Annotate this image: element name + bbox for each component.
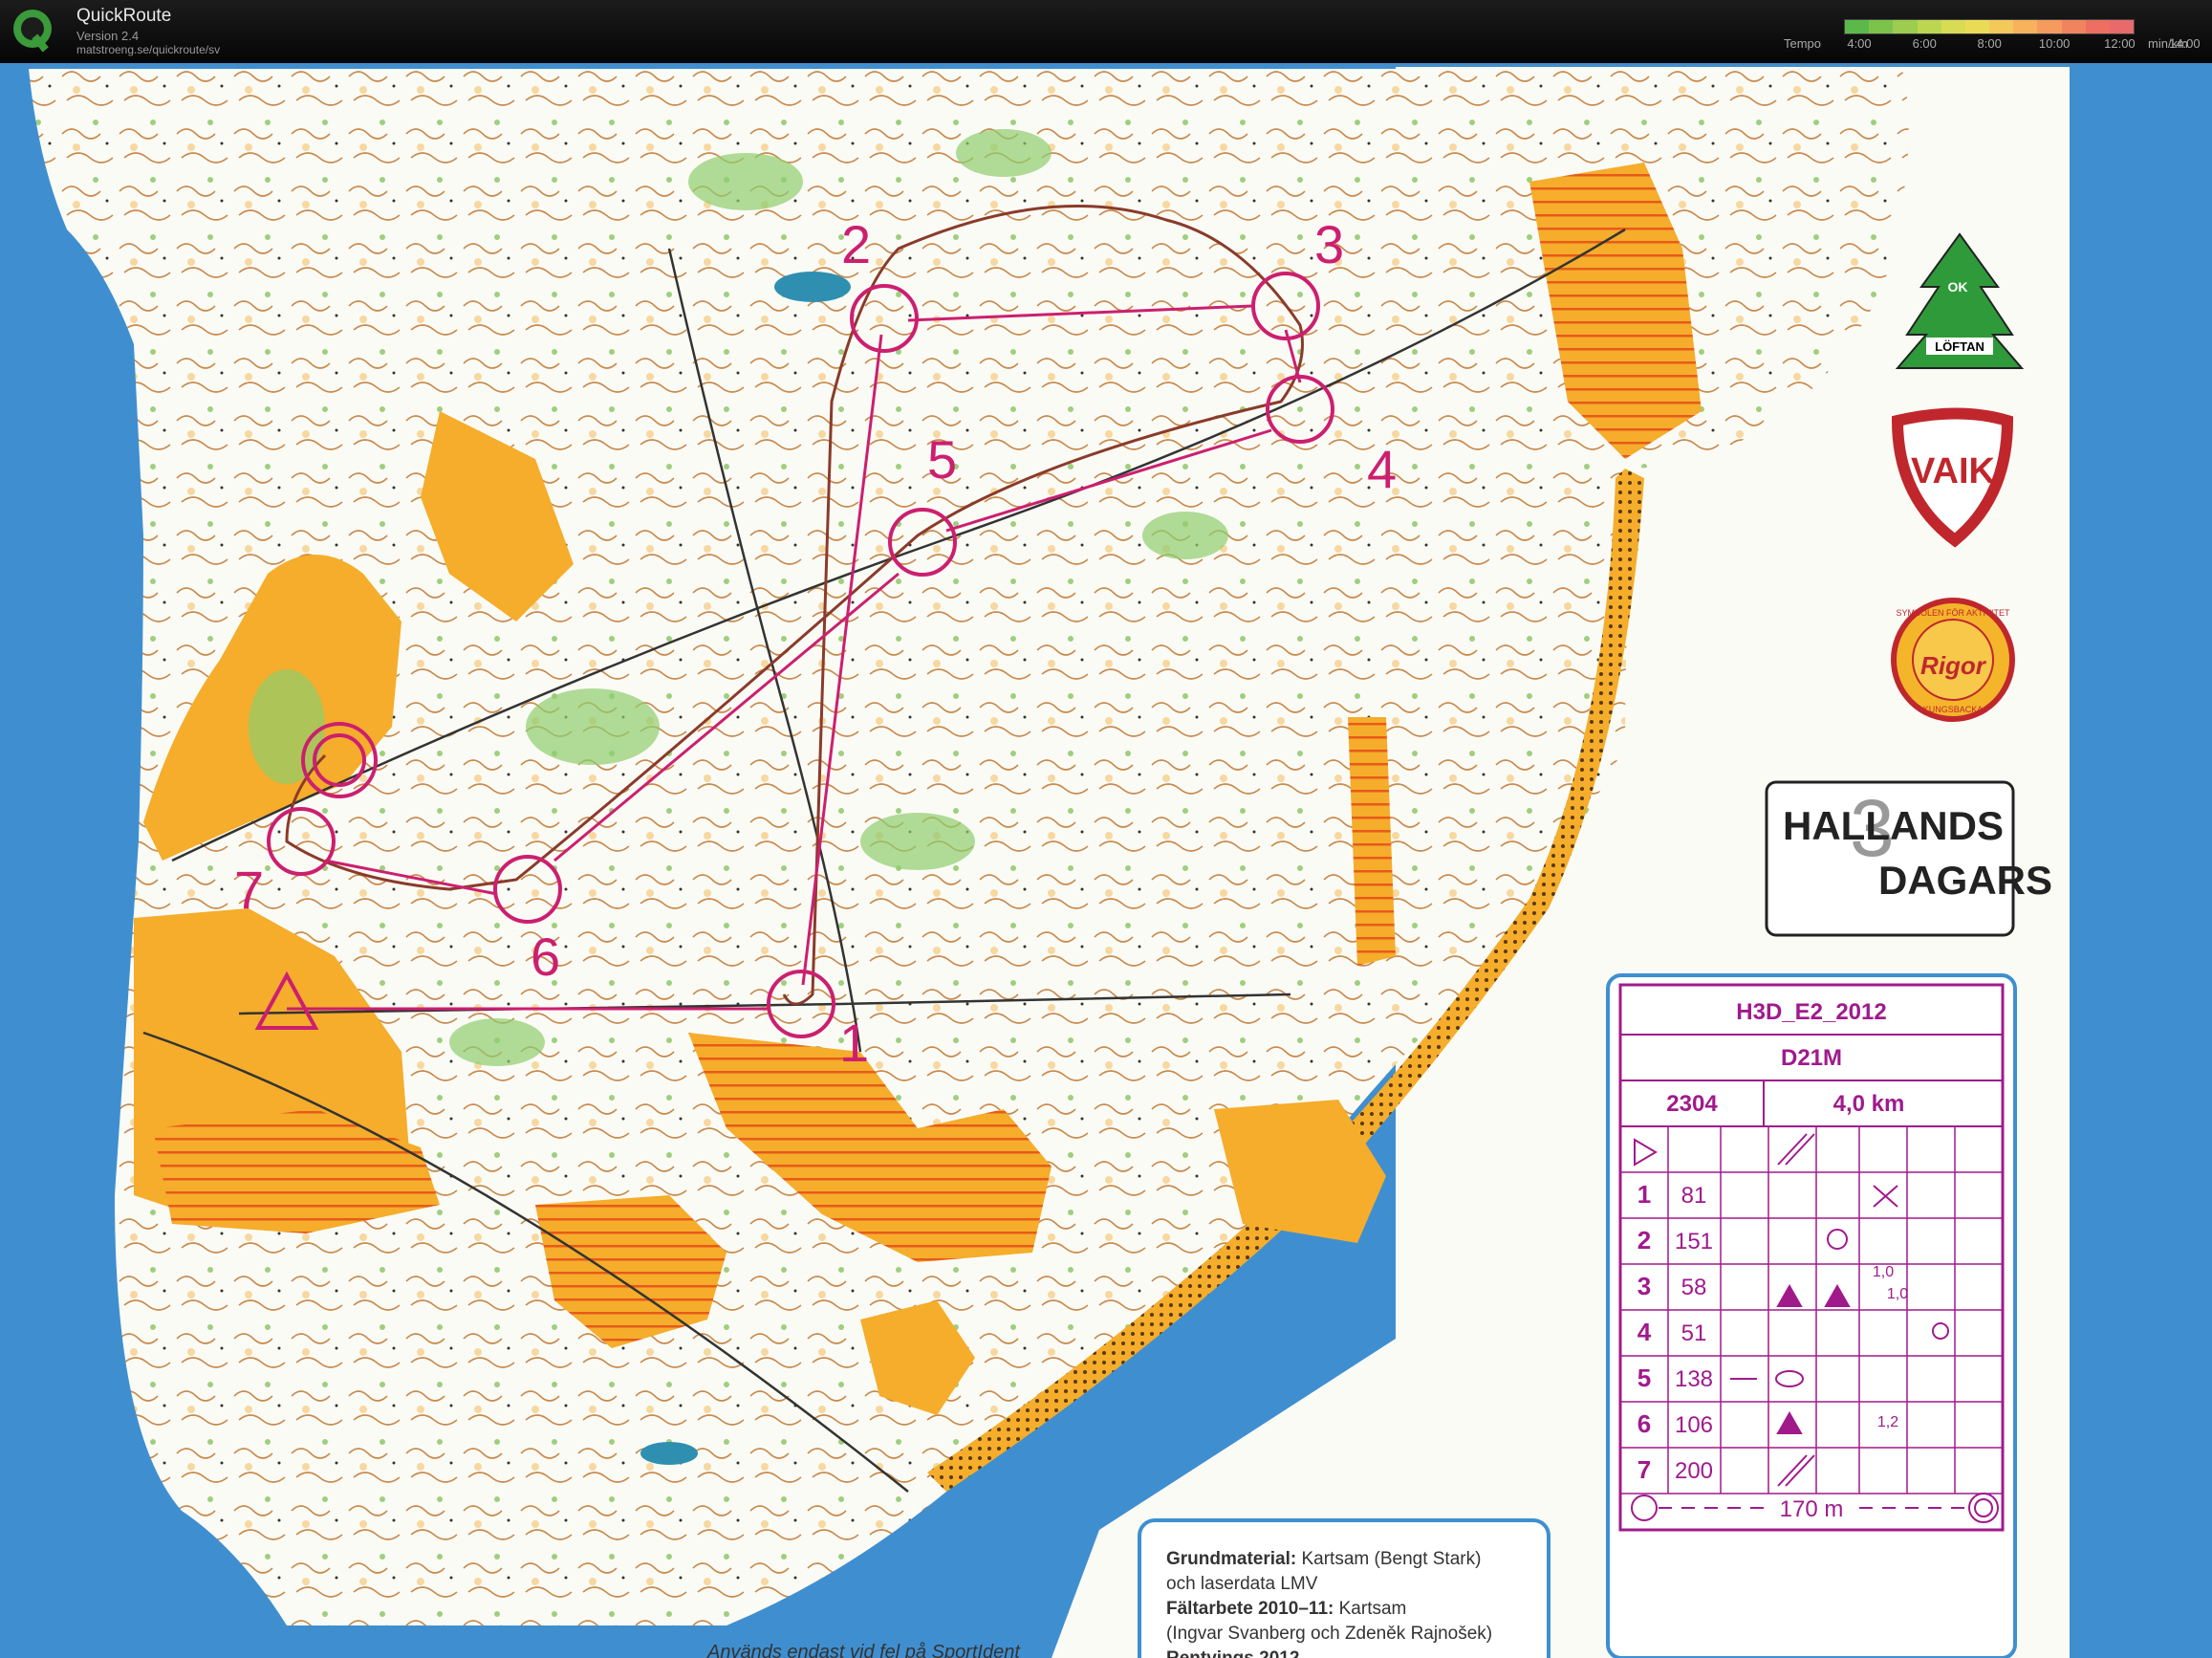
app-title: QuickRoute bbox=[76, 6, 172, 26]
credit-label: Grundmaterial: bbox=[1166, 1549, 1296, 1569]
tempo-tick: 12:00 bbox=[2104, 36, 2136, 51]
credits-box: Grundmaterial: Kartsam (Bengt Stark) och… bbox=[1138, 1518, 1551, 1658]
hallands-logo: 3 HALLANDS DAGARS bbox=[1765, 780, 2052, 937]
logo-text: KUNGSBACKA bbox=[1923, 705, 1984, 714]
row-number: 1 bbox=[1637, 1180, 1651, 1209]
dimension-value: 1,0 bbox=[1887, 1286, 1908, 1302]
tempo-color-swatch bbox=[1893, 20, 1918, 33]
tempo-color-swatch bbox=[1989, 20, 2014, 33]
credit-text: Kartsam (Bengt Stark) bbox=[1296, 1549, 1481, 1569]
tempo-color-swatch bbox=[1941, 20, 1965, 33]
control-number: 2 bbox=[841, 214, 871, 274]
row-number: 5 bbox=[1637, 1363, 1651, 1392]
credit-text: Kartsam bbox=[1334, 1599, 1406, 1619]
app-title-bar: QuickRoute Version 2.4 matstroeng.se/qui… bbox=[0, 0, 2212, 63]
logo-text: VAIK bbox=[1911, 451, 1996, 491]
logo-text: DAGARS bbox=[1878, 858, 2052, 903]
app-version: Version 2.4 bbox=[76, 29, 140, 43]
tempo-color-swatch bbox=[2085, 20, 2110, 33]
control-number: 1 bbox=[839, 1013, 869, 1073]
course-length: 4,0 km bbox=[1833, 1091, 1905, 1117]
row-number: 4 bbox=[1637, 1318, 1652, 1346]
lake bbox=[774, 272, 851, 302]
tempo-color-swatch bbox=[2013, 20, 2038, 33]
svg-text:Fältarbete 2010–11: Kartsam: Fältarbete 2010–11: Kartsam bbox=[1166, 1599, 1406, 1619]
app-url[interactable]: matstroeng.se/quickroute/sv bbox=[76, 43, 220, 56]
control-description-sheet: H3D_E2_2012 D21M 2304 4,0 km 1 2 3 4 5 6… bbox=[1606, 973, 2017, 1658]
tempo-color-scale bbox=[1844, 19, 2135, 34]
control-code: 200 bbox=[1675, 1458, 1713, 1484]
control-number: 6 bbox=[531, 927, 560, 987]
logo-text: OK bbox=[1948, 279, 1968, 295]
tempo-tick: 10:00 bbox=[2038, 36, 2071, 51]
tempo-tick-labels: 4:00 6:00 8:00 10:00 12:00 14:00 bbox=[1844, 36, 2200, 52]
tempo-tick: 8:00 bbox=[1977, 36, 2002, 51]
tempo-label: Tempo bbox=[1784, 36, 1822, 51]
row-number: 3 bbox=[1637, 1272, 1651, 1300]
tempo-color-swatch bbox=[1869, 20, 1894, 33]
control-code: 151 bbox=[1675, 1229, 1713, 1254]
tempo-color-swatch bbox=[1964, 20, 1990, 33]
logo-text: LÖFTAN bbox=[1935, 339, 1984, 354]
bottom-note: Används endast vid fel på SportIdent bbox=[706, 1642, 1021, 1658]
credit-text: (Ingvar Svanberg och Zdeněk Rajnošek) bbox=[1166, 1624, 1492, 1644]
control-code: 58 bbox=[1681, 1275, 1707, 1300]
logo-text: Rigor bbox=[1920, 651, 1987, 680]
logo-text: SYMBOLEN FÖR AKTIVITET bbox=[1896, 608, 2010, 618]
tempo-color-swatch bbox=[2037, 20, 2062, 33]
control-code: 106 bbox=[1675, 1412, 1713, 1438]
dimension-value: 1,0 bbox=[1873, 1264, 1894, 1280]
quickroute-logo-icon bbox=[13, 10, 52, 53]
credit-label: Rentvings 2012 bbox=[1166, 1648, 1299, 1658]
dimension-value: 1,2 bbox=[1877, 1414, 1898, 1430]
rigor-logo: Rigor SYMBOLEN FÖR AKTIVITET KUNGSBACKA bbox=[1891, 598, 2015, 722]
tempo-color-swatch bbox=[1845, 20, 1870, 33]
logo-text: HALLANDS bbox=[1783, 803, 2004, 848]
tempo-color-swatch bbox=[2061, 20, 2086, 33]
row-number: 6 bbox=[1637, 1409, 1651, 1438]
control-code: 81 bbox=[1681, 1183, 1707, 1209]
course-code: 2304 bbox=[1666, 1091, 1718, 1117]
control-code: 138 bbox=[1675, 1366, 1713, 1392]
event-name: H3D_E2_2012 bbox=[1736, 999, 1886, 1025]
tempo-unit: min/km bbox=[2148, 36, 2188, 51]
control-number: 5 bbox=[927, 429, 957, 490]
tempo-tick: 4:00 bbox=[1847, 36, 1872, 51]
class-name: D21M bbox=[1781, 1045, 1842, 1071]
credit-text: och laserdata LMV bbox=[1166, 1574, 1318, 1594]
right-frame bbox=[2070, 63, 2212, 1658]
tempo-tick: 6:00 bbox=[1912, 36, 1937, 51]
control-number: 4 bbox=[1367, 439, 1397, 499]
control-number: 7 bbox=[234, 860, 264, 920]
lake bbox=[640, 1442, 698, 1465]
svg-text:Grundmaterial: Kartsam (Bengt: Grundmaterial: Kartsam (Bengt Stark) bbox=[1166, 1549, 1481, 1569]
orienteering-map[interactable]: 1 2 3 4 5 6 7 OK LÖFTAN VAIK Rigor SYMBO… bbox=[0, 63, 2212, 1658]
control-code: 51 bbox=[1681, 1320, 1707, 1346]
finish-distance: 170 m bbox=[1780, 1496, 1844, 1522]
credit-label: Fältarbete 2010–11: bbox=[1166, 1599, 1334, 1619]
tempo-color-swatch bbox=[1917, 20, 1941, 33]
row-number: 2 bbox=[1637, 1226, 1651, 1254]
row-number: 7 bbox=[1637, 1455, 1651, 1484]
control-number: 3 bbox=[1314, 214, 1344, 274]
tempo-color-swatch bbox=[2109, 20, 2135, 33]
